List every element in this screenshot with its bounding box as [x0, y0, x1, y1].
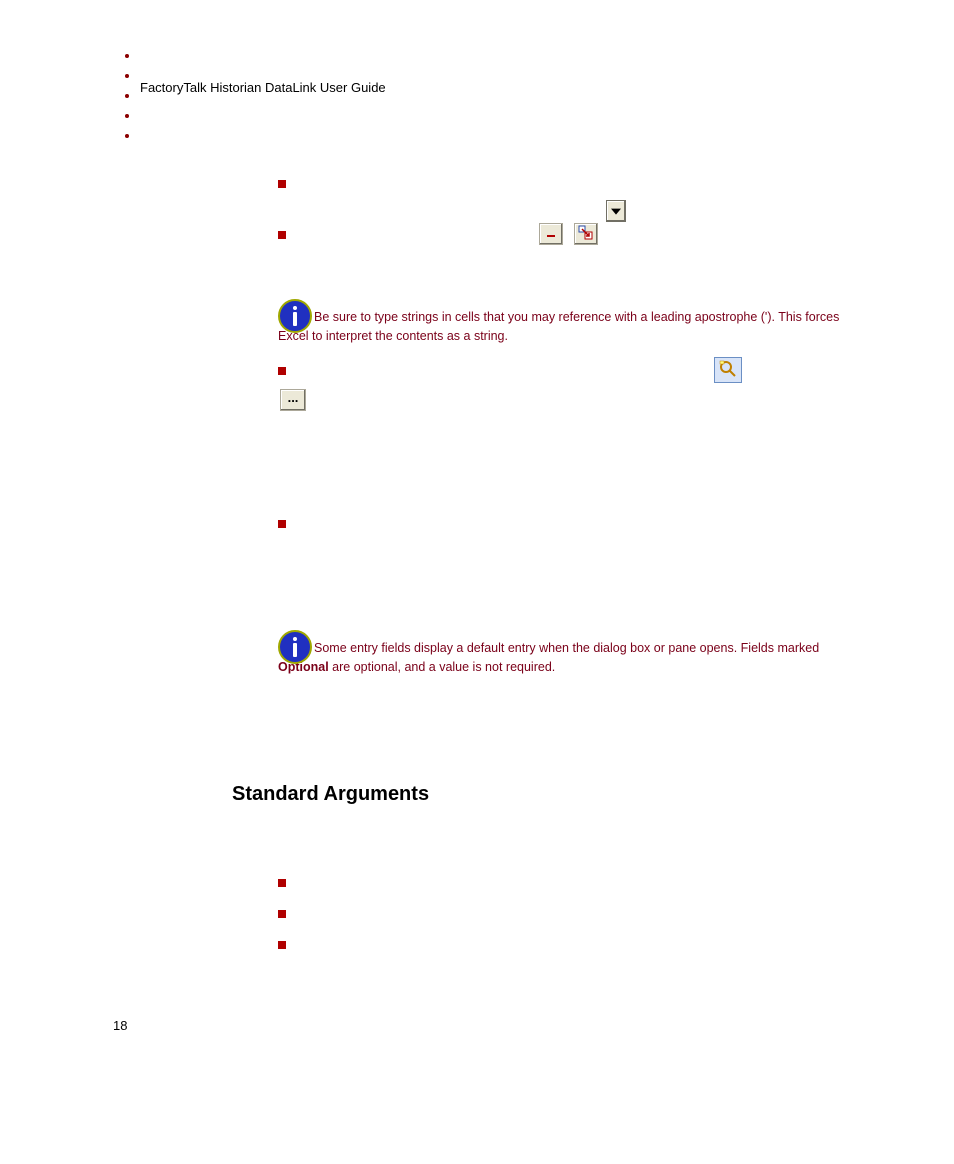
- page-number: 18: [113, 1018, 127, 1033]
- note-2-post: are optional, and a value is not require…: [329, 660, 556, 674]
- note-text-2: Some entry fields display a default entr…: [278, 641, 819, 674]
- bullet-square: [278, 879, 286, 887]
- tag-search-icon-button[interactable]: [714, 357, 742, 383]
- ellipsis-browse-button[interactable]: ...: [280, 389, 306, 411]
- collapse-icon-button[interactable]: [539, 223, 563, 245]
- section-heading-standard-arguments: Standard Arguments: [232, 783, 429, 806]
- side-dot: [125, 134, 129, 138]
- bullet-square: [278, 941, 286, 949]
- bullet-square: [278, 520, 286, 528]
- dropdown-icon-button[interactable]: [606, 200, 626, 222]
- side-dot: [125, 94, 129, 98]
- note-text-1: Be sure to type strings in cells that yo…: [278, 310, 839, 343]
- cell-reference-icon-button[interactable]: [574, 223, 598, 245]
- document-title: FactoryTalk Historian DataLink User Guid…: [140, 80, 386, 95]
- bullet-square: [278, 367, 286, 375]
- note-2-pre: Some entry fields display a default entr…: [314, 641, 819, 655]
- side-dot: [125, 114, 129, 118]
- bullet-square: [278, 231, 286, 239]
- bullet-square: [278, 910, 286, 918]
- info-icon: [278, 630, 312, 664]
- bullet-square: [278, 180, 286, 188]
- info-icon: [278, 299, 312, 333]
- side-dots-column: [125, 54, 129, 154]
- side-dot: [125, 74, 129, 78]
- side-dot: [125, 54, 129, 58]
